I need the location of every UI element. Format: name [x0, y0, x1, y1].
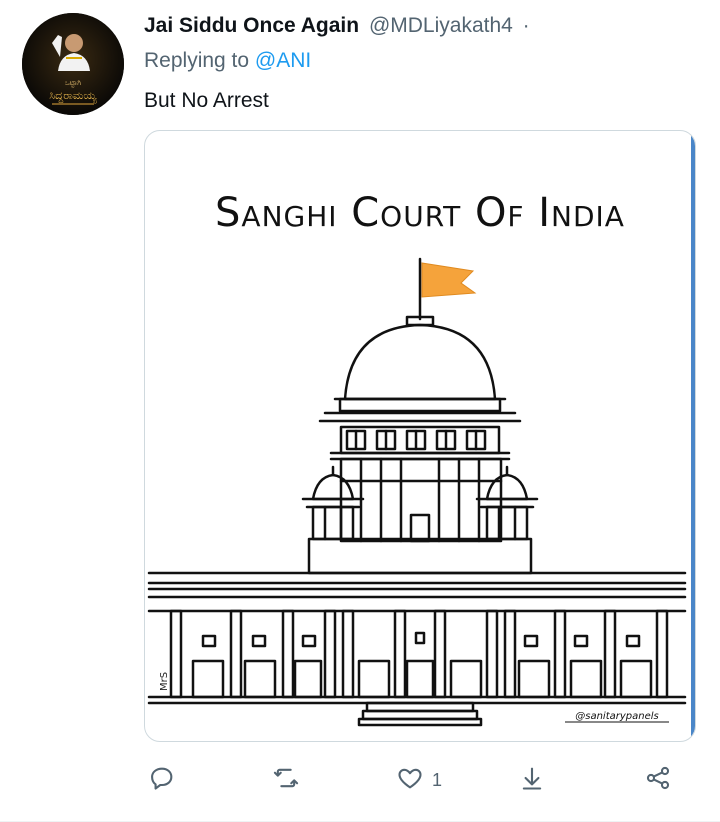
svg-text:ಒಟ್ಟಾಗಿ: ಒಟ್ಟಾಗಿ	[65, 79, 81, 88]
user-handle[interactable]: @MDLiyakath4	[369, 14, 513, 37]
display-name[interactable]: Jai Siddu Once Again	[144, 14, 359, 37]
retweet-button[interactable]	[272, 760, 300, 800]
like-button[interactable]: 1	[396, 760, 442, 800]
avatar-caption: ಸಿದ್ದರಾಮಯ್ಯ	[49, 89, 97, 103]
avatar-image: ಒಟ್ಟಾಗಿ ಸಿದ್ದರಾಮಯ್ಯ	[22, 13, 124, 115]
avatar[interactable]: ಒಟ್ಟಾಗಿ ಸಿದ್ದರಾಮಯ್ಯ	[22, 13, 124, 115]
tweet-header: Jai Siddu Once Again @MDLiyakath4 ·	[144, 14, 530, 38]
tweet-media-image[interactable]: Sanghi Court Of India MrS @sanitarypanel…	[144, 130, 696, 742]
media-edge-accent	[691, 131, 695, 741]
cartoon-illustration: Sanghi Court Of India MrS @sanitarypanel…	[147, 190, 687, 727]
cartoon-heading: Sanghi Court Of India	[215, 190, 625, 236]
reply-icon	[148, 764, 176, 797]
replying-to: Replying to @ANI	[144, 49, 311, 73]
like-count: 1	[432, 769, 443, 790]
court-building-drawing	[147, 257, 687, 727]
download-icon	[518, 764, 546, 797]
download-button[interactable]	[518, 760, 546, 800]
heart-icon	[396, 764, 424, 797]
tweet-text: But No Arrest	[144, 89, 269, 112]
side-signature: MrS	[159, 672, 170, 691]
reply-mention-link[interactable]: @ANI	[255, 49, 311, 72]
retweet-icon	[272, 764, 300, 797]
share-icon	[644, 764, 672, 797]
replying-prefix: Replying to	[144, 49, 250, 72]
saffron-flag	[421, 262, 477, 298]
share-button[interactable]	[644, 760, 672, 800]
reply-button[interactable]	[148, 760, 176, 800]
separator-dot: ·	[522, 14, 530, 37]
tweet-action-bar: 1	[144, 760, 684, 800]
artist-signature: @sanitarypanels	[575, 711, 659, 722]
